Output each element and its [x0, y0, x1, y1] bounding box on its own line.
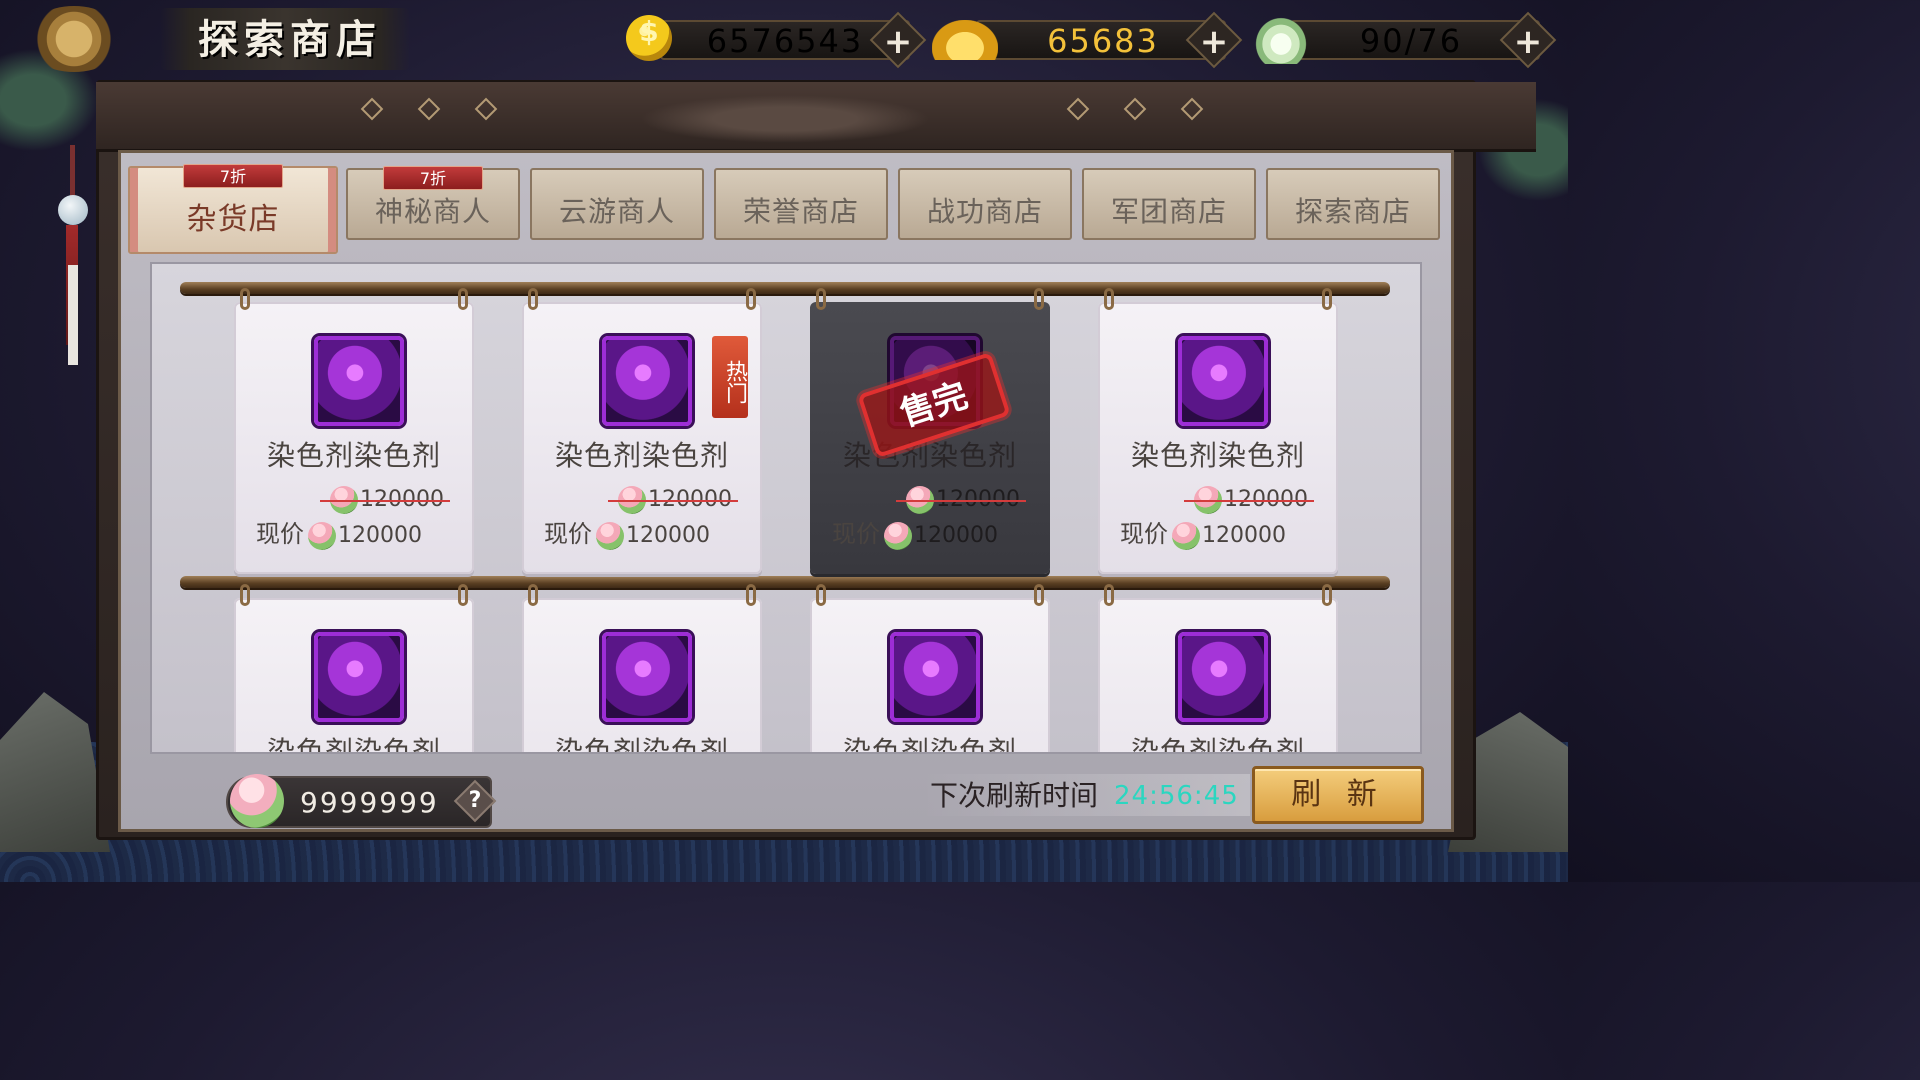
dye-potion-icon	[602, 632, 692, 722]
refresh-label: 下次刷新时间	[930, 779, 1099, 812]
tab-legion-shop[interactable]: 军团商店	[1082, 168, 1256, 240]
shop-item-card[interactable]: 染色剂染色剂	[234, 584, 474, 754]
item-name: 染色剂染色剂	[1130, 735, 1305, 754]
lotus-currency: 90/76 +	[1250, 10, 1557, 69]
tab-wandering-merchant[interactable]: 云游商人	[530, 168, 704, 240]
original-price: 120000	[256, 484, 452, 516]
original-price: 120000	[1120, 484, 1316, 516]
shop-item-card[interactable]: 热门 染色剂染色剂 120000 现价 120000	[522, 288, 762, 574]
item-name: 染色剂染色剂	[842, 439, 1017, 472]
beam-ornament	[640, 95, 930, 143]
tab-label: 云游商人	[558, 195, 675, 228]
gold-currency: 6576543 +	[620, 10, 927, 69]
lotus-icon	[1252, 14, 1310, 64]
gold-ingot-icon	[932, 20, 998, 60]
tab-label: 军团商店	[1110, 195, 1227, 228]
shop-item-card[interactable]: 染色剂染色剂 120000 现价 120000	[234, 288, 474, 574]
question-icon: ?	[468, 788, 482, 813]
tab-label: 杂货店	[186, 202, 280, 237]
current-price: 现价 120000	[1120, 520, 1286, 550]
item-grid[interactable]: 染色剂染色剂 120000 现价 120000 热门 染色剂染色剂 120000 …	[150, 262, 1422, 754]
tab-grocery[interactable]: 7折 杂货店	[128, 164, 338, 254]
gold-value: 6576543	[706, 22, 864, 60]
ingot-currency: 65683 +	[932, 10, 1243, 69]
back-cloud-icon[interactable]	[24, 6, 124, 72]
item-name: 染色剂染色剂	[554, 735, 729, 754]
original-price: 120000	[832, 484, 1028, 516]
peach-currency-icon	[884, 522, 912, 550]
current-price: 现价 120000	[832, 520, 998, 550]
dye-potion-icon	[1178, 632, 1268, 722]
dye-potion-icon	[602, 336, 692, 426]
item-name: 染色剂染色剂	[842, 735, 1017, 754]
item-name: 染色剂染色剂	[1130, 439, 1305, 472]
dye-potion-icon	[1178, 336, 1268, 426]
refresh-button[interactable]: 刷 新	[1252, 766, 1424, 824]
hanging-rod	[180, 576, 1390, 588]
peach-currency-icon	[230, 774, 284, 828]
tab-honor-shop[interactable]: 荣誉商店	[714, 168, 888, 240]
shop-item-card[interactable]: 染色剂染色剂	[1098, 584, 1338, 754]
top-bar: 探索商店 6576543 + 65683 + 90/76 +	[0, 0, 1568, 80]
shop-item-card[interactable]: 染色剂染色剂	[810, 584, 1050, 754]
item-name: 染色剂染色剂	[266, 735, 441, 754]
tab-label: 荣誉商店	[742, 195, 859, 228]
current-price: 现价 120000	[544, 520, 710, 550]
tab-mystery-merchant[interactable]: 7折 神秘商人	[346, 166, 520, 240]
tassel-decoration	[56, 145, 90, 365]
peach-currency-icon	[596, 522, 624, 550]
current-price: 现价 120000	[256, 520, 422, 550]
lotus-value: 90/76	[1359, 22, 1463, 60]
peach-balance-value: 9999999	[300, 786, 439, 819]
peach-currency-icon	[1172, 522, 1200, 550]
dye-potion-icon	[314, 632, 404, 722]
discount-badge: 7折	[183, 164, 283, 188]
tab-merit-shop[interactable]: 战功商店	[898, 168, 1072, 240]
peach-balance: 9999999	[226, 774, 492, 828]
tab-explore-shop[interactable]: 探索商店	[1266, 168, 1440, 240]
rock-decoration	[0, 692, 110, 852]
hanging-rod	[180, 282, 1390, 294]
shop-item-card-sold-out[interactable]: 染色剂染色剂 120000 现价 120000 售完	[810, 288, 1050, 574]
shop-item-card[interactable]: 染色剂染色剂 120000 现价 120000	[1098, 288, 1338, 574]
tab-label: 战功商店	[926, 195, 1043, 228]
original-price: 120000	[544, 484, 740, 516]
peach-currency-icon	[308, 522, 336, 550]
tab-label: 神秘商人	[374, 195, 491, 228]
dye-potion-icon	[890, 632, 980, 722]
ingot-value: 65683	[1047, 22, 1159, 60]
gold-coin-icon	[626, 15, 672, 61]
discount-badge: 7折	[383, 166, 483, 190]
hot-badge: 热门	[712, 336, 748, 418]
refresh-countdown: 24:56:45	[1114, 781, 1239, 811]
page-title: 探索商店	[198, 16, 382, 63]
dye-potion-icon	[314, 336, 404, 426]
item-name: 染色剂染色剂	[554, 439, 729, 472]
tab-label: 探索商店	[1294, 195, 1411, 228]
item-name: 染色剂染色剂	[266, 439, 441, 472]
shop-tabs: 7折 杂货店 7折 神秘商人 云游商人 荣誉商店 战功商店 军团商店 探索商店	[128, 160, 1444, 256]
shop-item-card[interactable]: 染色剂染色剂	[522, 584, 762, 754]
